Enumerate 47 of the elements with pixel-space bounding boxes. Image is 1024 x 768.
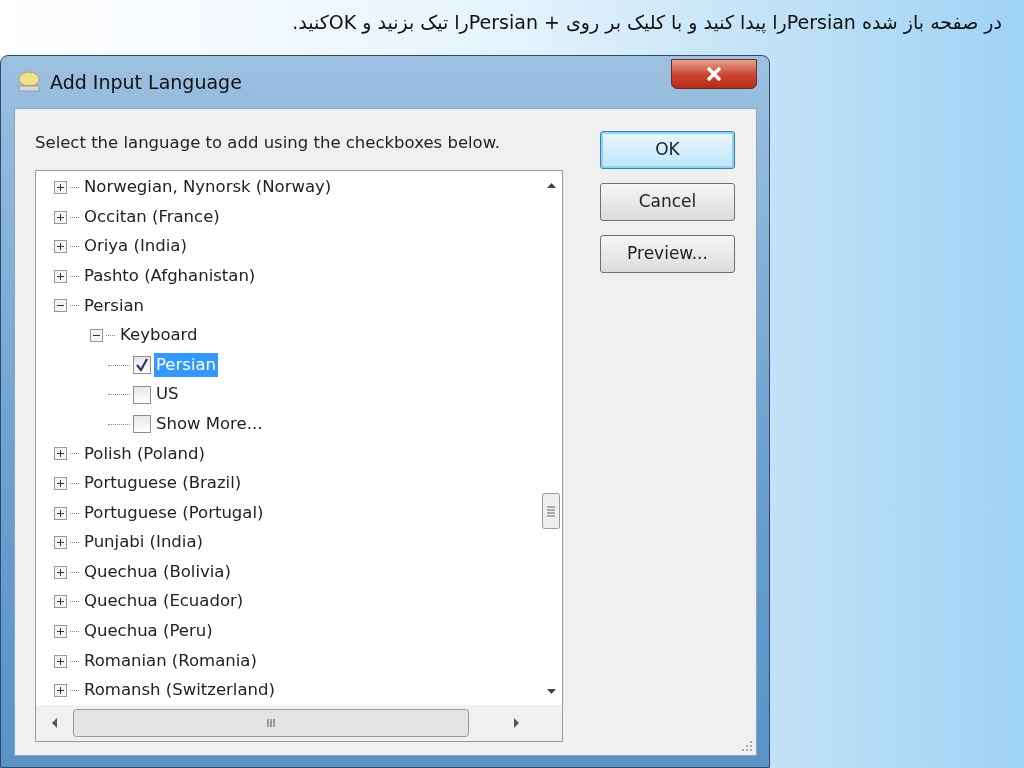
tree-item[interactable]: Romanian (Romania) — [82, 648, 259, 674]
resize-grip-icon[interactable] — [739, 738, 753, 752]
tree-item[interactable]: Romansh (Switzerland) — [82, 678, 277, 703]
tree-item[interactable]: Quechua (Ecuador) — [82, 589, 246, 615]
tree-item[interactable]: Pashto (Afghanistan) — [82, 263, 258, 289]
expand-icon[interactable] — [54, 565, 67, 579]
collapse-icon[interactable] — [90, 329, 103, 342]
tree-item[interactable]: Persian — [82, 293, 147, 319]
checkbox[interactable] — [133, 415, 151, 434]
tree-item[interactable]: Oriya (India) — [82, 234, 189, 260]
expand-icon[interactable] — [54, 506, 67, 520]
expand-icon[interactable] — [54, 447, 67, 461]
tree-item[interactable]: Quechua (Peru) — [82, 619, 215, 644]
tree-item[interactable]: Punjabi (India) — [82, 530, 205, 556]
horizontal-scrollbar-thumb[interactable] — [73, 708, 469, 737]
expand-icon[interactable] — [54, 477, 67, 490]
dialog-button[interactable]: Preview... — [600, 235, 735, 273]
expand-icon[interactable] — [54, 536, 67, 550]
tree-item[interactable]: Portuguese (Portugal) — [82, 500, 266, 526]
tree-item[interactable]: US — [154, 382, 181, 408]
expand-icon[interactable] — [54, 240, 67, 254]
keyboard-icon — [16, 70, 42, 94]
expand-icon[interactable] — [54, 654, 67, 668]
dialog-button[interactable]: OK — [600, 131, 735, 169]
tree-item[interactable]: Quechua (Bolivia) — [82, 559, 233, 585]
expand-icon[interactable] — [54, 181, 67, 195]
checkbox[interactable] — [133, 385, 151, 404]
tree-item[interactable]: Polish (Poland) — [82, 441, 207, 467]
tree-item[interactable]: Occitan (France) — [82, 204, 222, 230]
close-button[interactable] — [671, 59, 757, 89]
expand-icon[interactable] — [54, 595, 67, 609]
expand-icon[interactable] — [54, 624, 67, 638]
instruction-text: Select the language to add using the checkboxes below. — [35, 132, 501, 154]
window-title: Add Input Language — [50, 69, 242, 95]
tree-item[interactable]: Norwegian, Nynorsk (Norway) — [82, 175, 334, 200]
close-icon — [704, 66, 724, 82]
expand-icon[interactable] — [54, 684, 67, 698]
instruction-caption: در صفحه باز شده Persianرا پیدا کنید و با کلیک بر روی + Persianرا تیک بزنید و OKکنید. — [292, 10, 1002, 36]
tree-item[interactable]: Show More... — [154, 411, 265, 437]
scrollbar-thumb[interactable] — [541, 492, 561, 529]
tree-item[interactable]: Keyboard — [118, 323, 200, 348]
expand-icon[interactable] — [54, 210, 67, 224]
tree-item[interactable]: Portuguese (Brazil) — [82, 471, 244, 496]
dialog-button[interactable]: Cancel — [600, 183, 735, 221]
checkbox[interactable] — [133, 356, 151, 375]
expand-icon[interactable] — [54, 269, 67, 283]
collapse-icon[interactable] — [54, 299, 67, 313]
